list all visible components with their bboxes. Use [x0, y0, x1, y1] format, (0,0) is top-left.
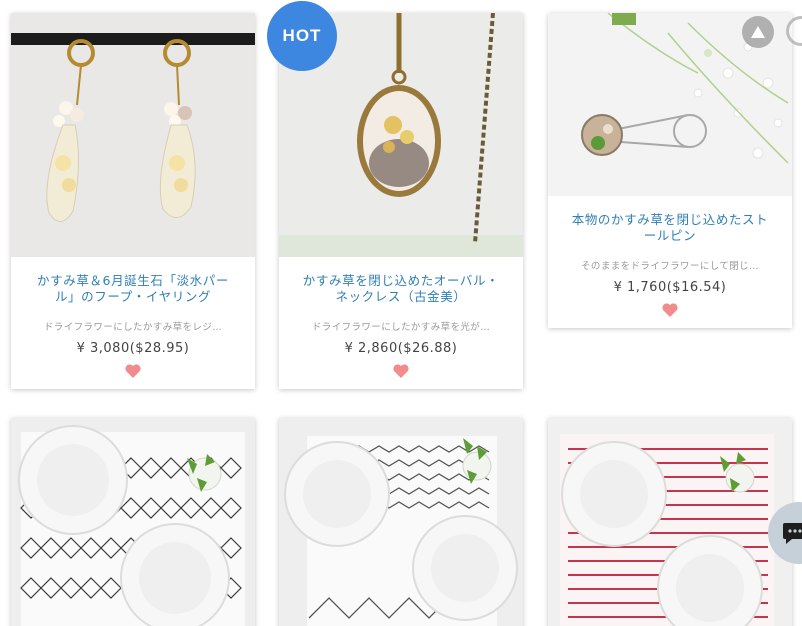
product-image[interactable]: [11, 418, 255, 626]
product-card[interactable]: [279, 418, 523, 626]
hot-badge: HOT: [267, 1, 337, 71]
product-image[interactable]: [548, 418, 792, 626]
product-price: ¥ 3,080($28.95): [76, 341, 190, 356]
favorite-button[interactable]: [393, 364, 409, 378]
heart-icon: [393, 364, 409, 378]
favorite-button[interactable]: [662, 303, 678, 317]
heart-icon: [662, 303, 678, 317]
product-title[interactable]: かすみ草＆6月誕生石「淡水パール」のフープ・イヤリング: [29, 273, 237, 305]
product-card[interactable]: [11, 418, 255, 626]
product-card[interactable]: かすみ草＆6月誕生石「淡水パール」のフープ・イヤリング ドライフラワーにしたかす…: [11, 13, 255, 389]
product-description: ドライフラワーにしたかすみ草を光が…: [311, 322, 491, 333]
product-description: そのままをドライフラワーにして閉じ…: [581, 261, 759, 272]
product-card[interactable]: かすみ草を閉じ込めたオーバル・ネックレス（古金美） ドライフラワーにしたかすみ草…: [279, 13, 523, 389]
product-card[interactable]: 本物のかすみ草を閉じ込めたストールピン そのままをドライフラワーにして閉じ… ¥…: [548, 13, 792, 328]
product-title[interactable]: 本物のかすみ草を閉じ込めたストールピン: [566, 212, 774, 244]
scroll-top-button[interactable]: [742, 16, 774, 48]
hot-badge-label: HOT: [282, 26, 322, 45]
product-price: ¥ 1,760($16.54): [613, 280, 727, 295]
product-image[interactable]: [11, 13, 255, 257]
favorite-button[interactable]: [125, 364, 141, 378]
product-card[interactable]: [548, 418, 792, 626]
product-description: ドライフラワーにしたかすみ草をレジ…: [43, 322, 223, 333]
heart-icon: [125, 364, 141, 378]
triangle-up-icon: [751, 26, 765, 38]
chat-bubble-icon: [783, 523, 802, 544]
product-price: ¥ 2,860($26.88): [344, 341, 458, 356]
product-title[interactable]: かすみ草を閉じ込めたオーバル・ネックレス（古金美）: [297, 273, 505, 305]
product-image[interactable]: [279, 418, 523, 626]
